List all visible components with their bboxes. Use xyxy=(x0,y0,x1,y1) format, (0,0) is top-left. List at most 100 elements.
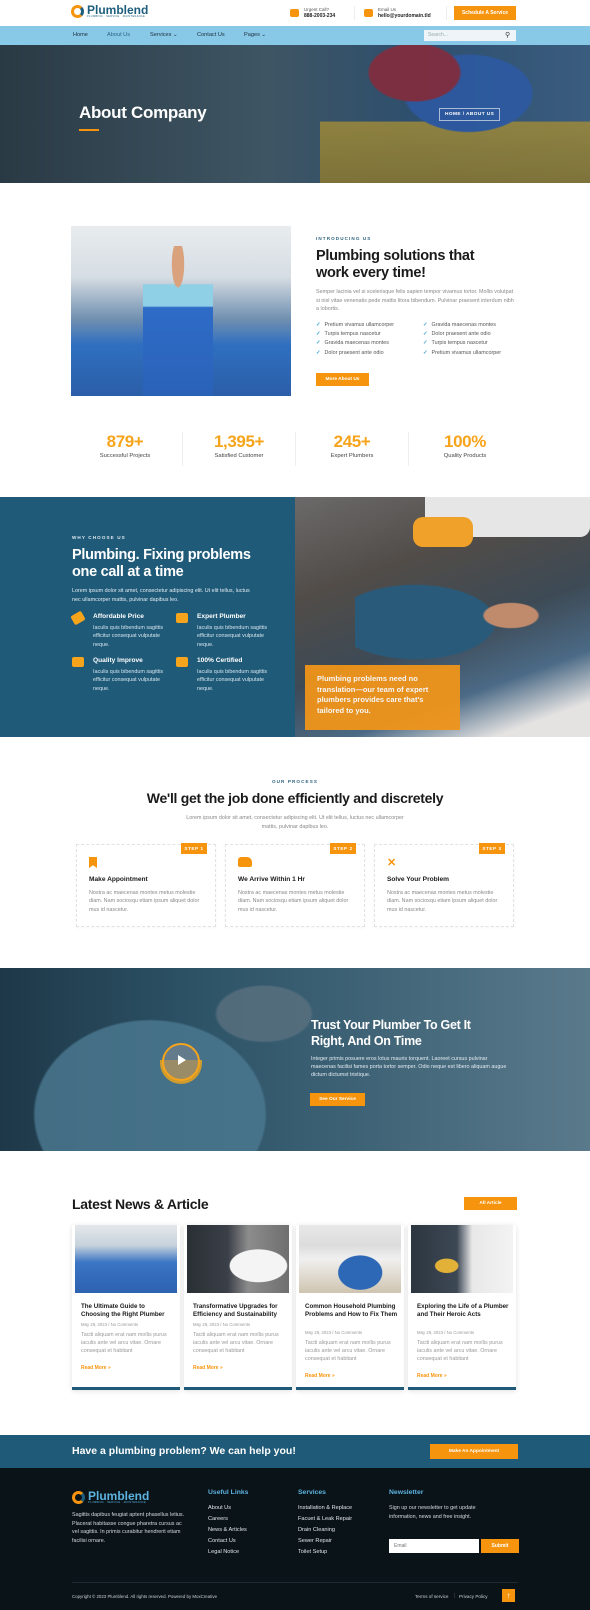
article-title[interactable]: Exploring the Life of a Plumber and Thei… xyxy=(417,1303,511,1320)
footer-link-contact[interactable]: Contact Us xyxy=(208,1538,236,1544)
nav-home[interactable]: Home xyxy=(73,26,88,45)
video-title-line1: Trust Your Plumber To Get It xyxy=(311,1018,471,1032)
schedule-service-button[interactable]: Schedule A Service xyxy=(454,6,516,20)
nav-contact-us[interactable]: Contact Us xyxy=(197,26,225,45)
tools-icon: ✕ xyxy=(387,857,397,869)
bookmark-icon xyxy=(89,857,98,869)
services-heading: Services xyxy=(298,1489,326,1496)
cta-text: Have a plumbing problem? We can help you… xyxy=(72,1445,296,1457)
nav-about-us[interactable]: About Us xyxy=(107,26,130,45)
check-icon: ✓ xyxy=(423,322,428,328)
see-our-service-button[interactable]: See Our Service xyxy=(310,1093,365,1106)
check-icon: ✓ xyxy=(316,331,321,338)
news-card[interactable]: The Ultimate Guide to Choosing the Right… xyxy=(72,1225,180,1390)
footer-service-link[interactable]: Drain Cleaning xyxy=(298,1527,335,1533)
plumber-under-sink-photo: Plumbing problems need no translation—ou… xyxy=(295,497,590,737)
step-badge: STEP 3 xyxy=(479,843,505,854)
step-title: Make Appointment xyxy=(89,876,148,883)
footer-service-link[interactable]: Facuet & Leak Repair xyxy=(298,1516,352,1522)
footer-link-about-us[interactable]: About Us xyxy=(208,1505,231,1511)
check-item: ✓ Dolor praesent ante odio xyxy=(316,349,384,356)
plumber-icon xyxy=(176,613,188,623)
footer-service-link[interactable]: Toilet Setup xyxy=(298,1549,327,1555)
play-icon[interactable] xyxy=(178,1055,186,1065)
nav-services[interactable]: Services ⌄ xyxy=(150,26,178,45)
terms-link[interactable]: Terms of service xyxy=(415,1594,448,1599)
article-excerpt: Taciti aliquam erat nam mollis purus iac… xyxy=(417,1340,503,1363)
footer-service-link[interactable]: Sewer Repair xyxy=(298,1538,332,1544)
call-contact[interactable]: Urgent Call? 888-2003-234 xyxy=(290,7,335,19)
article-title[interactable]: Common Household Plumbing Problems and H… xyxy=(305,1303,399,1320)
price-tag-icon xyxy=(70,610,86,626)
read-more-link[interactable]: Read More » xyxy=(193,1365,223,1371)
nav-pages[interactable]: Pages ⌄ xyxy=(244,26,266,45)
check-item: ✓ Pretium vivamus ullamcorper xyxy=(316,322,395,328)
check-item: ✓ Gravida maecenas montes xyxy=(316,340,389,347)
email-address: hello@yourdomain.tld xyxy=(378,13,431,19)
read-more-link[interactable]: Read More » xyxy=(417,1373,447,1379)
glove-shape xyxy=(413,517,473,547)
check-list-left: ✓ Pretium vivamus ullamcorper ✓ Turpis tem… xyxy=(316,321,394,358)
footer-service-link[interactable]: Installation & Replace xyxy=(298,1505,352,1511)
footer-link-careers[interactable]: Careers xyxy=(208,1516,228,1522)
breadcrumb[interactable]: HOME / ABOUT US xyxy=(439,108,501,121)
plumber-photo xyxy=(71,226,291,396)
article-excerpt: Taciti aliquam erat nam mollis purus iac… xyxy=(81,1332,167,1355)
why-title-line2: one call at a time xyxy=(72,564,184,580)
article-thumbnail[interactable] xyxy=(299,1225,401,1293)
feature-desc: Iaculis quis bibendum sagittis efficitur… xyxy=(197,625,268,648)
step-title: Solve Your Problem xyxy=(387,876,450,883)
brand-logo[interactable]: Plumblend PLUMBING · SERVICE · MAINTENAN… xyxy=(71,4,148,18)
news-card[interactable]: Transformative Upgrades for Efficiency a… xyxy=(184,1225,292,1390)
useful-links-heading: Useful Links xyxy=(208,1489,249,1496)
stat-value: 245+ xyxy=(333,432,371,451)
footer-link-legal[interactable]: Legal Notice xyxy=(208,1549,239,1555)
divider xyxy=(354,6,355,20)
why-kicker: WHY CHOOSE US xyxy=(72,535,126,540)
stat-label: Expert Plumbers xyxy=(330,453,374,459)
step-badge: STEP 2 xyxy=(330,843,356,854)
scroll-to-top-button[interactable]: ↑ xyxy=(502,1589,515,1602)
article-title[interactable]: The Ultimate Guide to Choosing the Right… xyxy=(81,1303,175,1320)
stat-label: Successful Projects xyxy=(99,453,151,459)
feature-desc: Iaculis quis bibendum sagittis efficitur… xyxy=(93,625,164,648)
make-appointment-button[interactable]: Make An Appointment xyxy=(430,1444,518,1459)
more-about-us-button[interactable]: More About Us xyxy=(316,373,369,386)
intro-title: Plumbing solutions that work every time! xyxy=(316,248,475,282)
check-icon: ✓ xyxy=(316,340,321,347)
stat-plumbers: 245+ Expert Plumbers xyxy=(297,432,407,459)
read-more-link[interactable]: Read More » xyxy=(305,1373,335,1379)
read-more-link[interactable]: Read More » xyxy=(81,1365,111,1371)
footer-logo[interactable]: Plumblend PLUMBING · SERVICE · MAINTENAN… xyxy=(72,1490,149,1504)
article-title[interactable]: Transformative Upgrades for Efficiency a… xyxy=(193,1303,287,1320)
news-card[interactable]: Common Household Plumbing Problems and H… xyxy=(296,1225,404,1390)
intro-paragraph: Semper lacinia vel si scelerisque felis … xyxy=(316,289,514,312)
logo-gear-icon xyxy=(72,1491,85,1504)
process-subtitle: Lorem ipsum dolor sit amet, consectetur … xyxy=(0,814,590,831)
all-article-button[interactable]: All Article xyxy=(464,1197,517,1210)
news-card[interactable]: Exploring the Life of a Plumber and Thei… xyxy=(408,1225,516,1390)
truck-icon xyxy=(238,857,252,869)
stat-value: 100% xyxy=(444,432,486,451)
newsletter-submit-button[interactable]: Submit xyxy=(481,1539,519,1553)
newsletter-email-input[interactable] xyxy=(389,1539,479,1553)
email-contact[interactable]: Email Us hello@yourdomain.tld xyxy=(364,7,431,19)
step-desc: Nostra ac maecenas montes metus molestie… xyxy=(238,890,349,913)
step-card-2: STEP 2 We Arrive Within 1 Hr Nostra ac m… xyxy=(225,843,365,927)
stat-quality: 100% Quality Products xyxy=(410,432,520,459)
article-thumbnail[interactable] xyxy=(75,1225,177,1293)
search-input[interactable]: Search... xyxy=(424,30,516,41)
footer-link-news[interactable]: News & Articles xyxy=(208,1527,247,1533)
plumber-figure xyxy=(143,246,213,396)
newsletter-text: Sign up our newsletter to get update inf… xyxy=(389,1505,476,1520)
stat-label: Quality Products xyxy=(443,453,487,459)
video-paragraph: Integer primis posuere eros lotus mauris… xyxy=(311,1056,507,1078)
check-icon: ✓ xyxy=(423,340,428,347)
article-thumbnail[interactable] xyxy=(187,1225,289,1293)
privacy-link[interactable]: Privacy Policy xyxy=(459,1594,488,1599)
intro-title-line1: Plumbing solutions that xyxy=(316,248,475,264)
search-icon[interactable]: ⚲ xyxy=(505,31,510,39)
feature-title: 100% Certified xyxy=(197,657,243,664)
article-thumbnail[interactable] xyxy=(411,1225,513,1293)
top-header: Plumblend PLUMBING · SERVICE · MAINTENAN… xyxy=(0,0,590,26)
